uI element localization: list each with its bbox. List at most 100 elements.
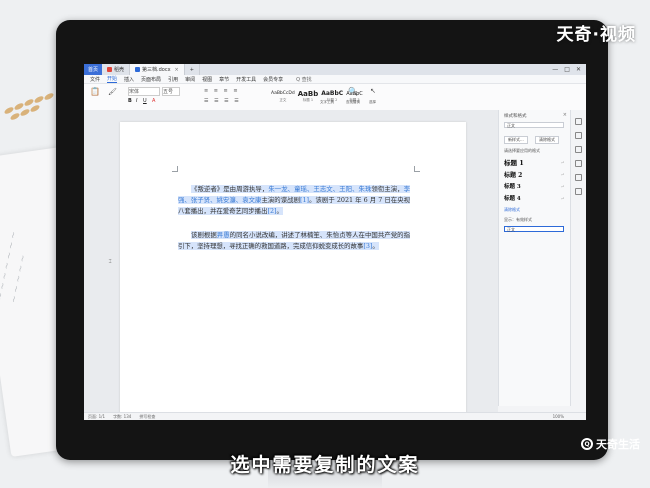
brand-watermark: 天奇·视频: [556, 25, 636, 45]
text-cursor-icon: 𝙸: [108, 258, 113, 265]
select-pane-icon[interactable]: [575, 132, 582, 139]
underline-button[interactable]: U: [143, 98, 147, 104]
clear-format-button[interactable]: 清除格式: [535, 136, 559, 144]
text-run: 。: [372, 242, 379, 250]
select-label: 选择: [369, 100, 376, 104]
reference-link[interactable]: [2]: [267, 207, 276, 215]
document-page[interactable]: 《叛逆者》是由周游执导，朱一龙、童瑶、王志文、王阳、朱珠领衔主演，李强、张子贤、…: [120, 122, 466, 420]
text-tools-label[interactable]: 文字工具: [320, 100, 334, 105]
page-count: 页面: 1/1: [88, 413, 106, 419]
menu-member[interactable]: 会员专享: [263, 76, 283, 83]
paragraph-tools[interactable]: ≡ ≡ ≡ ≡: [204, 88, 240, 94]
select-cursor-icon[interactable]: ↖: [370, 87, 376, 95]
spell-check[interactable]: 拼写检查: [139, 414, 155, 420]
paragraph-1[interactable]: 《叛逆者》是由周游执导，朱一龙、童瑶、王志文、王阳、朱珠领衔主演，李强、张子贤、…: [178, 184, 411, 217]
dropdown-icon: ↵: [560, 159, 564, 165]
tab-daoke[interactable]: 稻壳: [102, 64, 131, 75]
close-tab-icon[interactable]: ×: [175, 67, 179, 73]
style-pane-icon[interactable]: [575, 118, 582, 125]
dropdown-icon: ↵: [560, 195, 564, 201]
font-name-select[interactable]: 宋体: [128, 87, 160, 96]
help-icon[interactable]: [575, 188, 582, 195]
paragraph-2[interactable]: 该剧根据畀愚的同名小说改编，讲述了林楠笙、朱怡贞等人在中国共产党的指引下，坚持理…: [178, 230, 411, 252]
heading-label: 标题 3: [504, 184, 521, 190]
alignment-tools[interactable]: ☰ ☰ ☰ ☰: [204, 98, 241, 104]
tab-label: 第三档.docx: [142, 67, 171, 73]
menu-bar: 文件 开始 插入 页面布局 引用 审阅 视图 章节 开发工具 会员专享 Q 查找: [84, 75, 586, 84]
bold-button[interactable]: B: [128, 98, 132, 104]
selected-text: 该剧根据畀愚的同名小说改编，讲述了林楠笙、朱怡贞等人在中国共产党的指引下，坚持理…: [178, 231, 411, 250]
word-count[interactable]: 字数: 134: [113, 414, 131, 420]
menu-developer[interactable]: 开发工具: [236, 76, 256, 83]
menu-view[interactable]: 视图: [202, 76, 212, 83]
menu-home[interactable]: 开始: [107, 75, 118, 83]
section-label: 请选择要应用的格式: [504, 148, 540, 153]
search-command[interactable]: Q 查找: [296, 76, 312, 83]
word-doc-icon: [135, 67, 141, 72]
style-heading-3-item[interactable]: 标题 3 ↵: [504, 182, 564, 191]
current-style-field[interactable]: 正文: [504, 122, 564, 128]
clear-format-link[interactable]: 清除格式: [504, 207, 520, 213]
menu-insert[interactable]: 插入: [124, 76, 134, 83]
tab-document[interactable]: 第三档.docx ×: [130, 64, 185, 75]
close-window-button[interactable]: ✕: [576, 66, 581, 73]
text-run: 主演的谍战剧: [261, 196, 300, 204]
font-color-button[interactable]: A: [152, 98, 155, 104]
paste-icon[interactable]: 📋: [90, 87, 100, 96]
heading-label: 标题 4: [504, 196, 521, 202]
style-heading-4-item[interactable]: 标题 4 ↵: [504, 194, 564, 203]
text-run: 领衔主演，: [371, 185, 404, 193]
document-canvas: 《叛逆者》是由周游执导，朱一龙、童瑶、王志文、王阳、朱珠领衔主演，李强、张子贤、…: [84, 110, 498, 420]
maximize-button[interactable]: □: [564, 66, 570, 73]
heading-label: 标题 1: [504, 159, 524, 167]
menu-section[interactable]: 章节: [219, 76, 229, 83]
styles-pane: 样式和格式 × 正文 新样式... 清除格式 请选择要应用的格式 标题 1 ↵ 标…: [498, 110, 571, 406]
find-replace-icon[interactable]: 🔍: [348, 87, 358, 96]
menu-page-layout[interactable]: 页面布局: [141, 76, 161, 83]
font-size-select[interactable]: 五号: [162, 87, 180, 96]
ribbon-toolbar: 📋 🖌 宋体 五号 B I U A ≡ ≡ ≡ ≡ ☰ ☰ ☰ ☰ AaBbCc…: [84, 84, 586, 111]
tab-label: 稻壳: [114, 67, 125, 73]
new-tab-button[interactable]: +: [185, 64, 200, 75]
new-style-button[interactable]: 新样式...: [504, 136, 528, 144]
zoom-level[interactable]: 100%: [553, 414, 586, 419]
style-heading-1-item[interactable]: 标题 1 ↵: [504, 158, 564, 167]
style-normal[interactable]: AaBbCcDd 正文: [271, 91, 295, 103]
title-bar: 首页 稻壳 第三档.docx × + — □ ✕: [84, 64, 586, 75]
style-heading-1[interactable]: AaBb 标题 1: [298, 90, 319, 103]
show-label: 显示：有效样式: [504, 217, 532, 222]
heading-label: 标题 2: [504, 171, 523, 179]
style-name: 标题 1: [302, 97, 314, 102]
menu-file[interactable]: 文件: [90, 76, 100, 83]
style-heading-2-item[interactable]: 标题 2 ↵: [504, 170, 564, 179]
link-author[interactable]: 畀愚: [217, 231, 230, 239]
video-subtitle: 选中需要复制的文案: [230, 454, 420, 476]
property-icon[interactable]: [575, 146, 582, 153]
home-tab[interactable]: 首页: [84, 64, 102, 75]
margin-marker: [172, 166, 178, 172]
pane-title: 样式和格式: [504, 114, 527, 119]
format-painter-icon[interactable]: 🖌: [108, 88, 117, 96]
window-controls: — □ ✕: [552, 66, 586, 73]
text-run: 该剧根据: [191, 231, 217, 239]
close-pane-icon[interactable]: ×: [563, 112, 567, 118]
text-run: 《叛逆者》是由周游执导，: [191, 185, 269, 193]
menu-references[interactable]: 引用: [168, 76, 178, 83]
backup-icon[interactable]: [575, 160, 582, 167]
wheat-decoration: [0, 86, 62, 130]
menu-review[interactable]: 审阅: [185, 76, 195, 83]
link-cast[interactable]: 朱一龙、童瑶、王志文、王阳、朱珠: [268, 185, 371, 193]
share-icon[interactable]: [575, 174, 582, 181]
find-replace-label: 查找替换: [346, 100, 360, 104]
dropdown-icon: ↵: [560, 183, 564, 189]
margin-marker: [414, 166, 420, 172]
side-toolbar: [570, 110, 586, 406]
logo-badge-icon: Q: [581, 438, 593, 450]
wps-writer-window: 首页 稻壳 第三档.docx × + — □ ✕ 文件 开始 插入 页面布局 引…: [84, 64, 586, 420]
reference-link[interactable]: [1]: [300, 196, 309, 204]
minimize-button[interactable]: —: [552, 66, 558, 73]
text-run: 。: [276, 207, 283, 215]
style-preview[interactable]: 正文: [504, 226, 564, 232]
italic-button[interactable]: I: [136, 98, 137, 104]
daoke-icon: [107, 67, 112, 72]
